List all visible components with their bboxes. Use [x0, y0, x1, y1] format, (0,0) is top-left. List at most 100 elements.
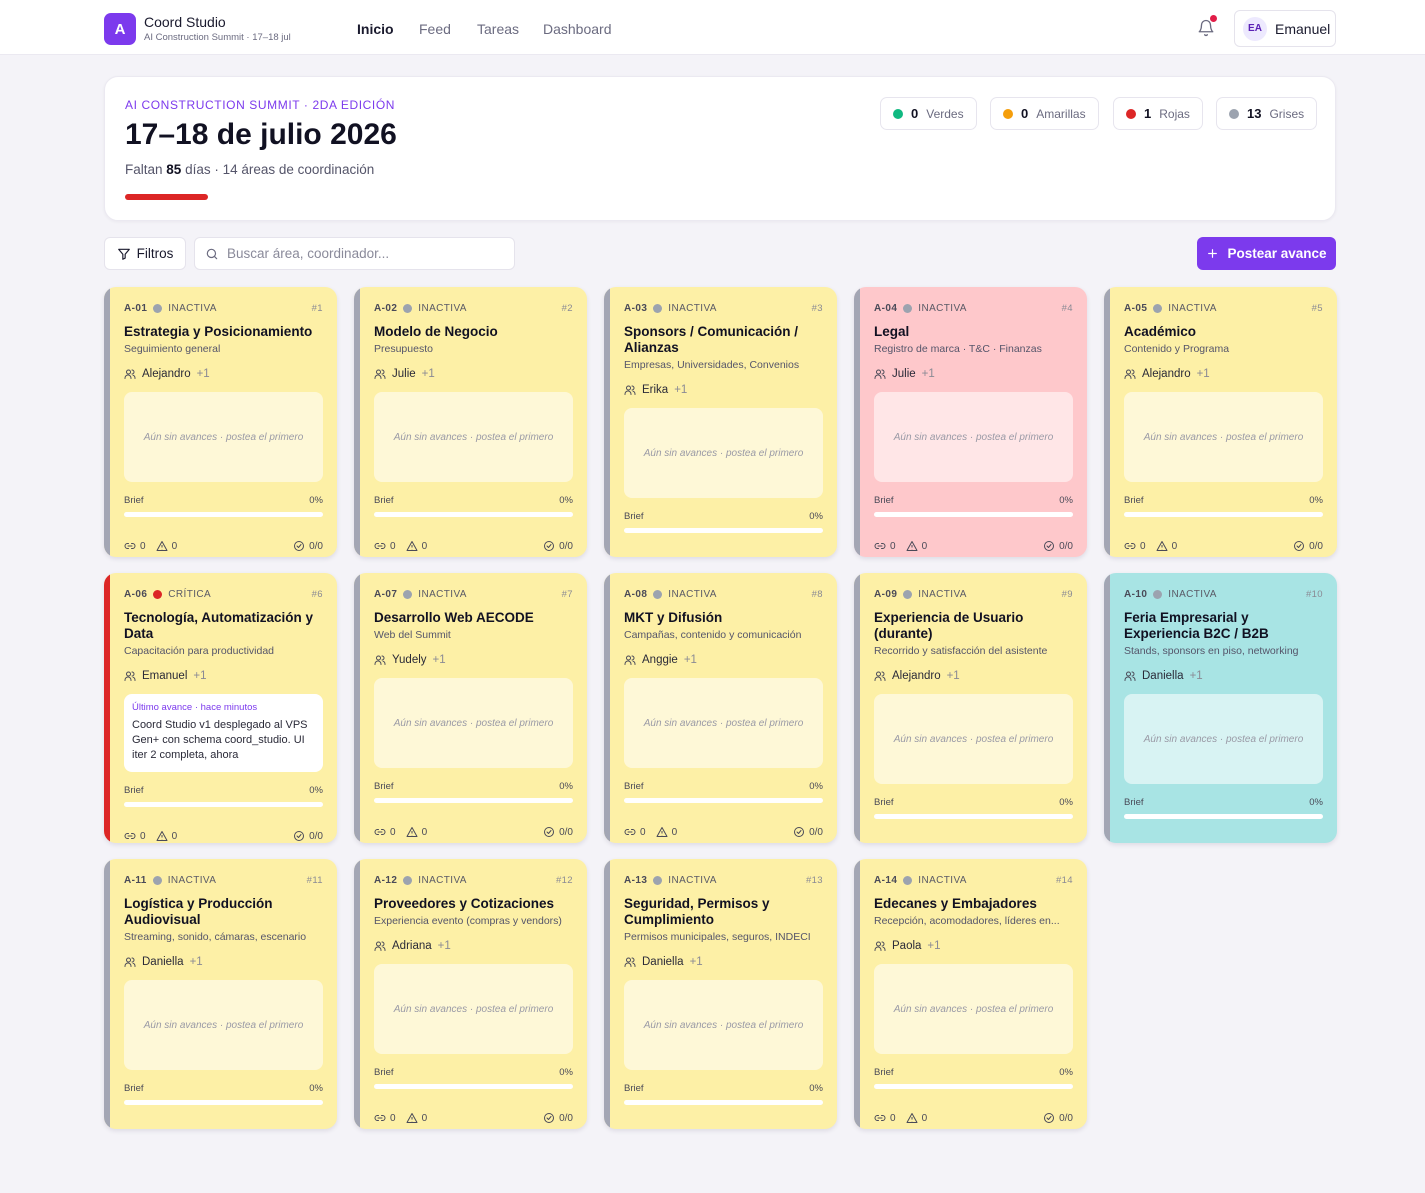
- users-icon: [374, 941, 386, 951]
- links-count[interactable]: 0: [374, 1112, 396, 1124]
- nav-link-tareas[interactable]: Tareas: [477, 21, 519, 37]
- area-title: Desarrollo Web AECODE: [374, 610, 534, 625]
- links-count[interactable]: 0: [124, 1128, 146, 1130]
- links-count[interactable]: 0: [874, 842, 896, 844]
- links-count[interactable]: 0: [624, 1128, 646, 1130]
- alerts-count[interactable]: 0: [906, 842, 928, 844]
- alerts-count[interactable]: 0: [156, 830, 177, 842]
- empty-updates-placeholder[interactable]: Aún sin avances · postea el primero: [374, 678, 573, 768]
- tasks-count[interactable]: 0/0: [293, 540, 323, 552]
- alerts-count[interactable]: 0: [406, 540, 427, 552]
- tasks-count[interactable]: 0/0: [1293, 842, 1323, 844]
- area-card-a-05[interactable]: A-05 INACTIVA #5 Académico Contenido y P…: [1104, 287, 1337, 557]
- empty-updates-placeholder[interactable]: Aún sin avances · postea el primero: [374, 392, 573, 482]
- status-badge: INACTIVA: [1168, 589, 1217, 600]
- area-card-a-11[interactable]: A-11 INACTIVA #11 Logística y Producción…: [104, 859, 337, 1129]
- tasks-count[interactable]: 0/0: [793, 826, 823, 838]
- alerts-count[interactable]: 0: [1156, 540, 1177, 552]
- empty-updates-placeholder[interactable]: Aún sin avances · postea el primero: [874, 694, 1073, 784]
- alerts-count[interactable]: 0: [906, 1112, 927, 1124]
- brief-percent: 0%: [559, 1067, 573, 1078]
- area-card-a-13[interactable]: A-13 INACTIVA #13 Seguridad, Permisos y …: [604, 859, 837, 1129]
- app-logo[interactable]: A: [104, 13, 136, 45]
- alerts-count[interactable]: 0: [656, 556, 678, 558]
- alerts-count[interactable]: 0: [656, 1128, 678, 1130]
- empty-updates-placeholder[interactable]: Aún sin avances · postea el primero: [624, 678, 823, 768]
- links-count[interactable]: 0: [374, 540, 396, 552]
- empty-updates-placeholder[interactable]: Aún sin avances · postea el primero: [624, 980, 823, 1070]
- tasks-count[interactable]: 0/0: [1043, 1112, 1073, 1124]
- status-dot-icon: [403, 590, 413, 599]
- alerts-count[interactable]: 0: [906, 540, 927, 552]
- tasks-count[interactable]: 0/0: [543, 1112, 573, 1124]
- links-count[interactable]: 0: [374, 826, 396, 838]
- alerts-count[interactable]: 0: [406, 826, 427, 838]
- stat-amarillas[interactable]: 0 Amarillas: [990, 97, 1099, 130]
- tasks-count[interactable]: 0/0: [793, 1128, 823, 1130]
- area-card-a-14[interactable]: A-14 INACTIVA #14 Edecanes y Embajadores…: [854, 859, 1087, 1129]
- empty-updates-placeholder[interactable]: Aún sin avances · postea el primero: [874, 964, 1073, 1054]
- card-footer: 0 0 0/0: [874, 833, 1073, 844]
- tasks-count[interactable]: 0/0: [793, 556, 823, 558]
- links-count[interactable]: 0: [124, 830, 146, 842]
- search-input[interactable]: [227, 246, 497, 261]
- alerts-count[interactable]: 0: [156, 540, 177, 552]
- tasks-count[interactable]: 0/0: [543, 540, 573, 552]
- stat-grises[interactable]: 13 Grises: [1216, 97, 1318, 130]
- brief-progress-bar: [1124, 814, 1323, 819]
- tasks-count[interactable]: 0/0: [543, 826, 573, 838]
- alerts-count[interactable]: 0: [406, 1112, 427, 1124]
- alerts-count[interactable]: 0: [156, 1128, 178, 1130]
- coordinator-name: Anggie: [642, 654, 678, 666]
- empty-updates-placeholder[interactable]: Aún sin avances · postea el primero: [374, 964, 573, 1054]
- stat-verdes[interactable]: 0 Verdes: [880, 97, 977, 130]
- links-count[interactable]: 0: [1124, 540, 1146, 552]
- area-card-a-06[interactable]: A-06 CRÍTICA #6 Tecnología, Automatizaci…: [104, 573, 337, 843]
- area-card-a-12[interactable]: A-12 INACTIVA #12 Proveedores y Cotizaci…: [354, 859, 587, 1129]
- empty-updates-placeholder[interactable]: Aún sin avances · postea el primero: [124, 392, 323, 482]
- area-card-a-03[interactable]: A-03 INACTIVA #3 Sponsors / Comunicación…: [604, 287, 837, 557]
- area-coordinator: Julie +1: [374, 367, 573, 381]
- links-count[interactable]: 0: [1124, 842, 1146, 844]
- empty-updates-placeholder[interactable]: Aún sin avances · postea el primero: [624, 408, 823, 498]
- links-count[interactable]: 0: [874, 1112, 896, 1124]
- link-icon: [874, 1115, 886, 1121]
- alerts-count[interactable]: 0: [656, 826, 677, 838]
- event-kicker: AI CONSTRUCTION SUMMIT · 2DA EDICIÓN: [125, 98, 396, 112]
- area-card-a-01[interactable]: A-01 INACTIVA #1 Estrategia y Posicionam…: [104, 287, 337, 557]
- nav-link-feed[interactable]: Feed: [419, 21, 451, 37]
- links-count[interactable]: 0: [624, 826, 646, 838]
- area-subtitle: Web del Summit: [374, 629, 451, 641]
- empty-updates-placeholder[interactable]: Aún sin avances · postea el primero: [1124, 694, 1323, 784]
- coordinator-name: Julie: [892, 368, 916, 380]
- area-card-a-04[interactable]: A-04 INACTIVA #4 Legal Registro de marca…: [854, 287, 1087, 557]
- latest-update[interactable]: Último avance · hace minutos Coord Studi…: [124, 694, 323, 772]
- filters-button[interactable]: Filtros: [104, 237, 186, 270]
- area-card-a-09[interactable]: A-09 INACTIVA #9 Experiencia de Usuario …: [854, 573, 1087, 843]
- stat-rojas[interactable]: 1 Rojas: [1113, 97, 1203, 130]
- tasks-count[interactable]: 0/0: [293, 830, 323, 842]
- empty-updates-placeholder[interactable]: Aún sin avances · postea el primero: [124, 980, 323, 1070]
- tasks-count[interactable]: 0/0: [1293, 540, 1323, 552]
- card-header: A-13 INACTIVA #13: [624, 874, 823, 887]
- brief-progress-label: Brief 0%: [124, 1083, 323, 1094]
- tasks-count[interactable]: 0/0: [293, 1128, 323, 1130]
- tasks-count[interactable]: 0/0: [1043, 842, 1073, 844]
- tasks-count[interactable]: 0/0: [1043, 540, 1073, 552]
- user-menu-button[interactable]: EA Emanuel: [1234, 10, 1336, 47]
- link-icon: [624, 556, 636, 557]
- alerts-count[interactable]: 0: [1156, 842, 1178, 844]
- post-update-button[interactable]: Postear avance: [1197, 237, 1336, 270]
- empty-updates-placeholder[interactable]: Aún sin avances · postea el primero: [874, 392, 1073, 482]
- area-card-a-02[interactable]: A-02 INACTIVA #2 Modelo de Negocio Presu…: [354, 287, 587, 557]
- area-card-a-08[interactable]: A-08 INACTIVA #8 MKT y Difusión Campañas…: [604, 573, 837, 843]
- nav-link-inicio[interactable]: Inicio: [357, 21, 394, 37]
- links-count[interactable]: 0: [624, 556, 646, 558]
- links-count[interactable]: 0: [124, 540, 146, 552]
- area-card-a-10[interactable]: A-10 INACTIVA #10 Feria Empresarial y Ex…: [1104, 573, 1337, 843]
- links-count[interactable]: 0: [874, 540, 896, 552]
- brief-percent: 0%: [559, 781, 573, 792]
- area-card-a-07[interactable]: A-07 INACTIVA #7 Desarrollo Web AECODE W…: [354, 573, 587, 843]
- nav-link-dashboard[interactable]: Dashboard: [543, 21, 612, 37]
- empty-updates-placeholder[interactable]: Aún sin avances · postea el primero: [1124, 392, 1323, 482]
